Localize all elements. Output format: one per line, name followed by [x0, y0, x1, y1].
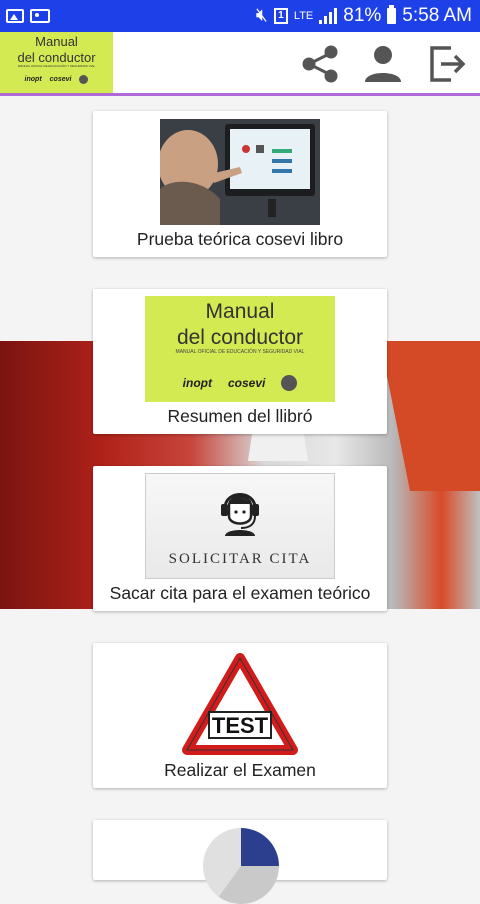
- manual-subtitle: MANUAL OFICIAL DE EDUCACIÓN Y SEGURIDAD …: [175, 349, 305, 355]
- logo-title-line2: del conductor: [17, 50, 96, 65]
- menu-card-5[interactable]: [93, 820, 387, 904]
- test-sign-text: TEST: [212, 713, 269, 738]
- app-logo: Manual del conductor MANUAL OFICIAL DE E…: [0, 32, 113, 93]
- manual-brand-inopt: inopt: [182, 376, 212, 390]
- sim-icon: 1: [273, 8, 288, 24]
- logo-brands: inopt cosevi: [0, 75, 113, 84]
- solicitar-cita-text: SOLICITAR CITA: [168, 551, 312, 567]
- card-label: Prueba teórica cosevi libro: [136, 229, 344, 249]
- battery-icon: [387, 5, 397, 24]
- logo-subtitle: MANUAL OFICIAL DE EDUCACIÓN Y SEGURIDAD …: [17, 64, 96, 68]
- share-icon[interactable]: [298, 42, 342, 86]
- logo-brand-cosevi: cosevi: [49, 76, 72, 83]
- touchscreen-photo: [160, 119, 320, 225]
- manual-brands: inopt cosevi: [145, 375, 335, 391]
- menu-card-resumen[interactable]: Manual del conductor MANUAL OFICIAL DE E…: [93, 289, 387, 434]
- clock: 5:58 AM: [402, 5, 472, 26]
- status-bar: 🔇︎ 1 LTE 81% 5:58 AM: [0, 0, 480, 32]
- lte-indicator: LTE: [293, 10, 314, 22]
- pie-graphic-image: [203, 828, 279, 904]
- solicitar-cita-image: SOLICITAR CITA: [145, 473, 335, 579]
- menu-card-prueba-teorica[interactable]: Prueba teórica cosevi libro: [93, 111, 387, 257]
- voicemail-notification-icon: [30, 9, 50, 23]
- menu-card-realizar-examen[interactable]: TEST Realizar el Examen: [93, 643, 387, 788]
- signal-icon: [319, 8, 338, 24]
- image-notification-icon: [6, 9, 24, 23]
- person-icon[interactable]: [361, 42, 405, 86]
- card-label: Sacar cita para el examen teórico: [109, 583, 371, 603]
- menu-card-sacar-cita[interactable]: SOLICITAR CITA Sacar cita para el examen…: [93, 466, 387, 611]
- manual-brand-cosevi: cosevi: [227, 376, 266, 390]
- manual-title-line2: del conductor: [176, 326, 304, 349]
- mute-icon: 🔇︎: [255, 5, 268, 26]
- logo-brand-inopt: inopt: [24, 76, 42, 83]
- exit-icon[interactable]: [425, 42, 469, 86]
- logo-title-line1: Manual: [35, 34, 78, 49]
- battery-percent: 81%: [343, 5, 382, 26]
- headset-agent-icon: [221, 493, 259, 536]
- manual-title-line1: Manual: [205, 300, 275, 323]
- card-label: Resumen del llibró: [167, 406, 313, 426]
- test-warning-sign-icon: TEST: [182, 653, 298, 755]
- manual-seal-icon: [281, 375, 298, 391]
- manual-cover-image: Manual del conductor MANUAL OFICIAL DE E…: [145, 296, 335, 402]
- card-label: Realizar el Examen: [164, 760, 316, 780]
- logo-seal-icon: [79, 75, 89, 84]
- app-bar: Manual del conductor MANUAL OFICIAL DE E…: [0, 32, 480, 96]
